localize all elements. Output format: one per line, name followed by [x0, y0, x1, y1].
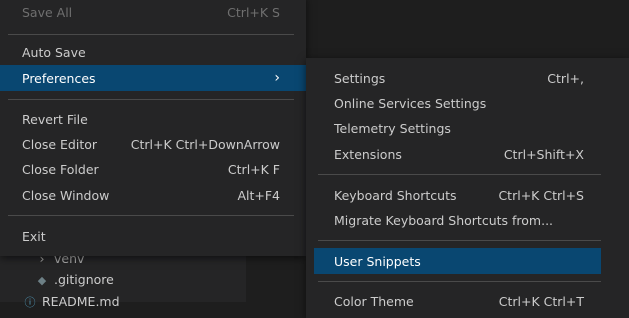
menu-item-shortcut: Ctrl+, [547, 70, 584, 86]
menu-item-label: Keyboard Shortcuts [334, 187, 457, 203]
menu-item-label: Telemetry Settings [334, 120, 451, 136]
menu-item-exit[interactable]: Exit [0, 223, 306, 249]
menu-separator [318, 240, 601, 241]
menu-item-label: User Snippets [334, 253, 421, 269]
menu-item-shortcut: Ctrl+K Ctrl+T [498, 293, 584, 309]
menu-separator [8, 215, 294, 216]
menu-item-close-window[interactable]: Close Window Alt+F4 [0, 182, 306, 208]
menu-item-shortcut: Ctrl+K Ctrl+DownArrow [130, 136, 280, 152]
menu-item-auto-save[interactable]: Auto Save [0, 39, 306, 65]
menu-item-label: Close Window [22, 187, 110, 203]
submenu-item-telemetry[interactable]: Telemetry Settings [314, 115, 601, 141]
menu-item-label: Save All [22, 4, 73, 20]
submenu-item-keyboard-shortcuts[interactable]: Keyboard Shortcuts Ctrl+K Ctrl+S [314, 182, 601, 208]
submenu-item-user-snippets[interactable]: User Snippets [314, 248, 601, 274]
menu-item-label: Preferences [22, 70, 96, 86]
menu-separator [318, 281, 601, 282]
menu-item-label: Extensions [334, 146, 402, 162]
menu-item-label: Close Editor [22, 136, 98, 152]
menu-item-preferences[interactable]: Preferences › [0, 65, 306, 91]
submenu-item-color-theme[interactable]: Color Theme Ctrl+K Ctrl+T [314, 288, 601, 314]
menu-item-close-editor[interactable]: Close Editor Ctrl+K Ctrl+DownArrow [0, 131, 306, 157]
menu-separator [8, 99, 294, 100]
menu-item-shortcut: Ctrl+K S [227, 4, 280, 20]
menu-item-shortcut: Ctrl+K Ctrl+S [498, 187, 584, 203]
file-menu: Save All Ctrl+K S Auto Save Preferences … [0, 0, 306, 256]
menu-item-save-all[interactable]: Save All Ctrl+K S [0, 0, 306, 25]
menu-separator [8, 34, 294, 35]
menu-item-revert-file[interactable]: Revert File [0, 106, 306, 132]
submenu-item-online-services[interactable]: Online Services Settings [314, 90, 601, 116]
submenu-item-migrate-shortcuts[interactable]: Migrate Keyboard Shortcuts from... [314, 207, 601, 233]
menu-item-label: Settings [334, 70, 386, 86]
info-file-icon: ⓘ [24, 296, 36, 309]
menu-item-label: Color Theme [334, 293, 414, 309]
menu-item-label: Online Services Settings [334, 95, 487, 111]
menu-item-label: Auto Save [22, 44, 86, 60]
submenu-item-settings[interactable]: Settings Ctrl+, [314, 65, 601, 91]
explorer-item-readme[interactable]: ⓘ README.md [22, 292, 120, 312]
explorer-item-gitignore[interactable]: ◆ .gitignore [34, 270, 114, 290]
menu-item-shortcut: Ctrl+K F [227, 161, 280, 177]
menu-item-shortcut: Ctrl+Shift+X [503, 146, 584, 162]
menu-item-label: Migrate Keyboard Shortcuts from... [334, 212, 554, 228]
menu-separator [318, 174, 601, 175]
explorer-item-label: .gitignore [54, 272, 114, 287]
submenu-item-extensions[interactable]: Extensions Ctrl+Shift+X [314, 141, 601, 167]
git-file-icon: ◆ [37, 274, 47, 287]
preferences-submenu: Settings Ctrl+, Online Services Settings… [306, 58, 629, 318]
menu-item-close-folder[interactable]: Close Folder Ctrl+K F [0, 156, 306, 182]
menu-item-shortcut: Alt+F4 [237, 187, 280, 203]
chevron-right-icon: › [274, 70, 280, 86]
menu-item-label: Close Folder [22, 161, 99, 177]
menu-item-label: Revert File [22, 111, 88, 127]
menu-item-label: Exit [22, 228, 46, 244]
